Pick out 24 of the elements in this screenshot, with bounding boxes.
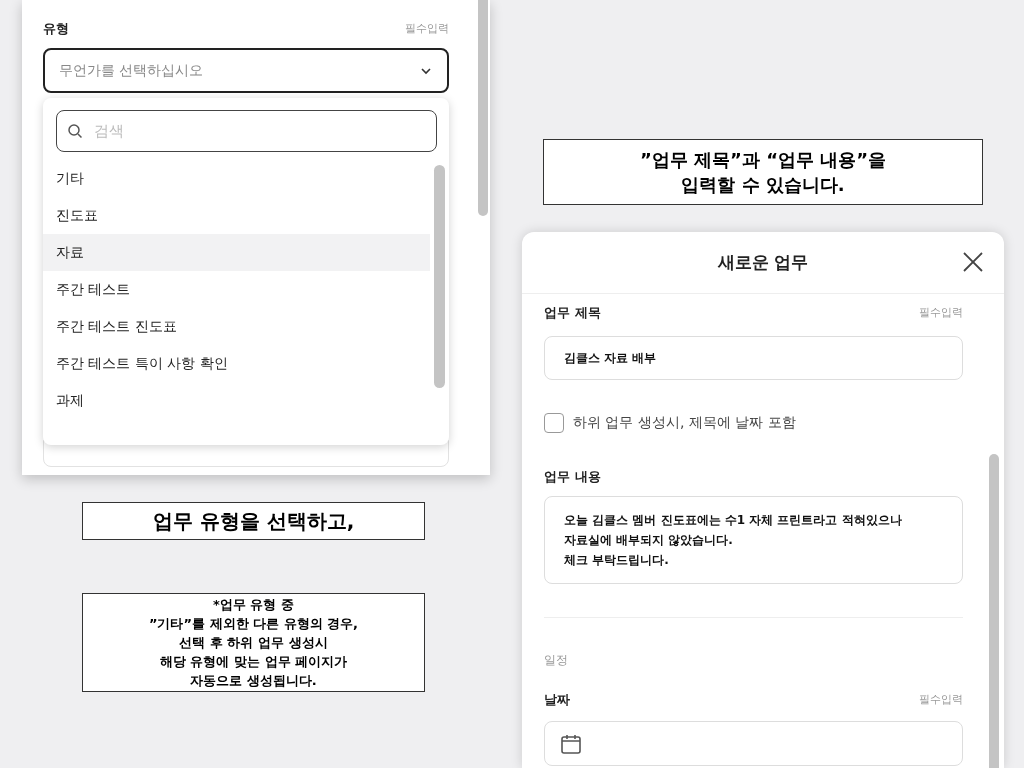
calendar-icon: [560, 732, 582, 755]
search-field[interactable]: 검색: [56, 110, 437, 152]
required-label: 필수입력: [919, 304, 963, 321]
caption-text: ”업무 제목”과 “업무 내용”을 입력할 수 있습니다.: [543, 139, 983, 205]
close-button[interactable]: [962, 251, 984, 273]
field-label: 업무 내용: [544, 469, 601, 484]
title-input[interactable]: 김클스 자료 배부: [544, 336, 963, 380]
field-label: 유형: [43, 20, 69, 39]
required-label: 필수입력: [919, 691, 963, 708]
field-label: 날짜: [544, 691, 570, 710]
caption-text: *업무 유형 중 ”기타”를 제외한 다른 유형의 경우, 선택 후 하위 업무 생성시 해당 유형에 맞는 업무 페이지가 자동으로 생성됩니다.: [82, 593, 425, 692]
caption-text: 업무 유형을 선택하고,: [82, 502, 425, 540]
search-icon: [67, 123, 83, 139]
modal-title: 새로운 업무: [717, 250, 809, 274]
close-icon: [962, 251, 984, 273]
content-textarea[interactable]: 오늘 김클스 멤버 진도표에는 수1 자체 프린트라고 적혀있으나 자료실에 배부되지 않았습니다. 체크 부탁드립니다.: [544, 496, 963, 584]
section-heading: 일정: [544, 653, 568, 667]
checkbox-label: 하위 업무 생성시, 제목에 날짜 포함: [573, 413, 796, 432]
checkbox[interactable]: [544, 412, 564, 433]
required-label: 필수입력: [405, 20, 449, 37]
field-label: 업무 제목: [544, 304, 601, 323]
type-select[interactable]: 무언가를 선택하십시오: [43, 48, 449, 93]
date-input[interactable]: [544, 721, 963, 766]
dropdown-option[interactable]: 자료: [43, 234, 430, 271]
